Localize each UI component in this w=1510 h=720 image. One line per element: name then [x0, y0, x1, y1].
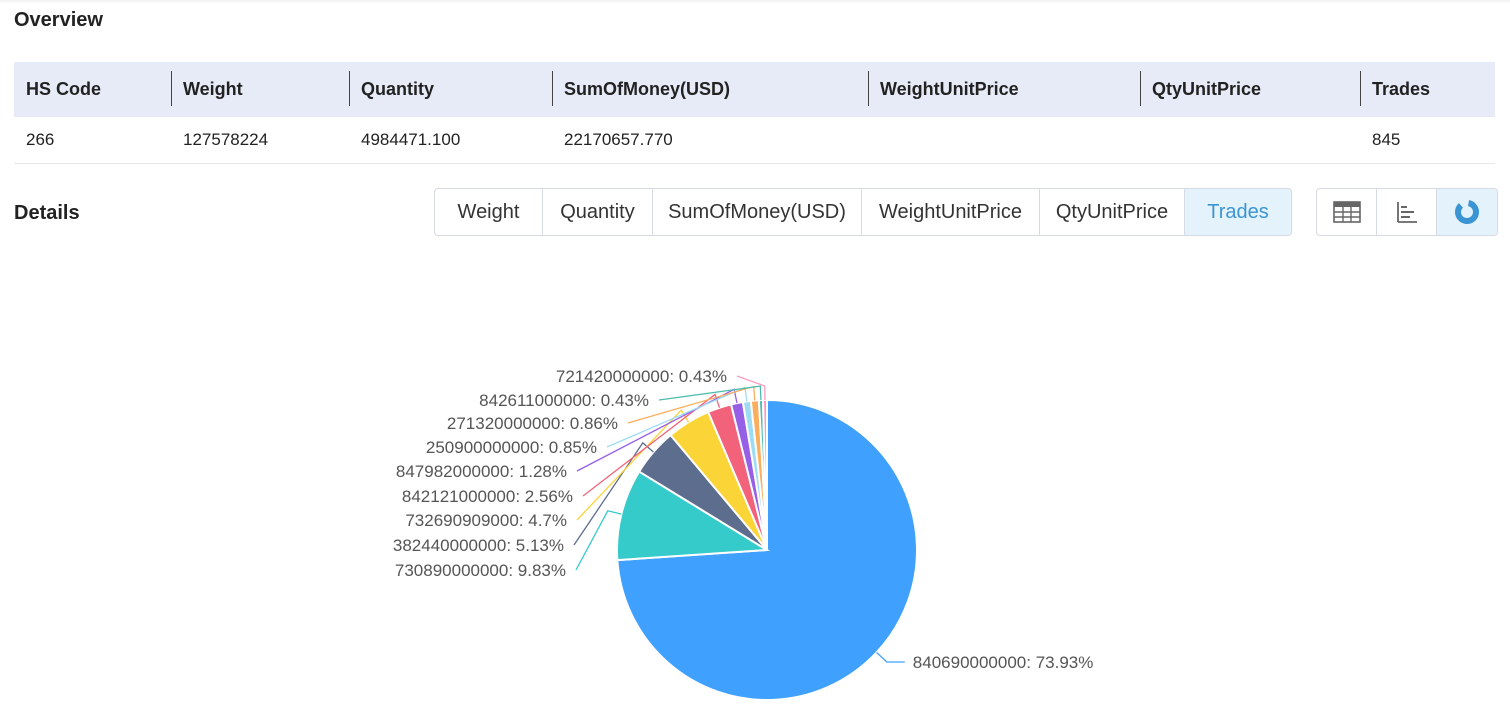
pie-label: 847982000000: 1.28% — [396, 462, 567, 481]
top-shadow — [0, 0, 1510, 4]
bar-view-button[interactable] — [1377, 189, 1437, 235]
tab-qty-unit-price[interactable]: QtyUnitPrice — [1040, 189, 1185, 235]
tab-sum-of-money[interactable]: SumOfMoney(USD) — [653, 189, 862, 235]
pie-label: 382440000000: 5.13% — [393, 536, 564, 555]
pie-label: 721420000000: 0.43% — [556, 367, 727, 386]
header-quantity: Quantity — [349, 62, 552, 117]
cell-trades: 845 — [1360, 117, 1495, 164]
header-trades: Trades — [1360, 62, 1495, 117]
tab-weight-unit-price[interactable]: WeightUnitPrice — [862, 189, 1040, 235]
overview-table: HS Code Weight Quantity SumOfMoney(USD) … — [14, 62, 1495, 164]
pie-chart-icon — [1455, 200, 1479, 224]
pie-label: 842611000000: 0.43% — [479, 391, 649, 410]
cell-quantity: 4984471.100 — [349, 117, 552, 164]
metric-tabs: Weight Quantity SumOfMoney(USD) WeightUn… — [434, 188, 1292, 236]
tab-quantity[interactable]: Quantity — [543, 189, 653, 235]
table-view-button[interactable] — [1317, 189, 1377, 235]
bar-chart-icon — [1396, 202, 1417, 223]
view-toggle-group — [1316, 188, 1498, 236]
pie-view-button[interactable] — [1437, 189, 1497, 235]
pie-label: 730890000000: 9.83% — [395, 561, 566, 580]
header-sum-of-money: SumOfMoney(USD) — [552, 62, 868, 117]
pie-label: 732690909000: 4.7% — [405, 511, 567, 530]
table-icon — [1332, 201, 1361, 223]
pie-label: 250900000000: 0.85% — [426, 438, 597, 457]
header-weight-unit-price: WeightUnitPrice — [868, 62, 1140, 117]
header-hs-code: HS Code — [14, 62, 171, 117]
pie-label: 271320000000: 0.86% — [447, 414, 618, 433]
header-weight: Weight — [171, 62, 349, 117]
overview-title: Overview — [14, 9, 103, 31]
pie-chart: 840690000000: 73.93% 730890000000: 9.83% 3… — [393, 367, 1094, 701]
cell-sum-of-money: 22170657.770 — [552, 117, 868, 164]
header-qty-unit-price: QtyUnitPrice — [1140, 62, 1360, 117]
pie-label-line — [575, 510, 622, 571]
cell-weight: 127578224 — [171, 117, 349, 164]
tab-weight[interactable]: Weight — [435, 189, 543, 235]
cell-weight-unit-price — [868, 117, 1140, 164]
cell-qty-unit-price — [1140, 117, 1360, 164]
cell-hs-code: 266 — [14, 117, 171, 164]
pie-label: 842121000000: 2.56% — [402, 487, 573, 506]
table-row: 266 127578224 4984471.100 22170657.770 8… — [14, 117, 1495, 164]
pie-label-line — [876, 651, 905, 663]
overview-header-row: HS Code Weight Quantity SumOfMoney(USD) … — [14, 62, 1495, 117]
tab-trades[interactable]: Trades — [1185, 189, 1291, 235]
pie-label: 840690000000: 73.93% — [913, 653, 1094, 672]
details-title: Details — [14, 202, 80, 224]
